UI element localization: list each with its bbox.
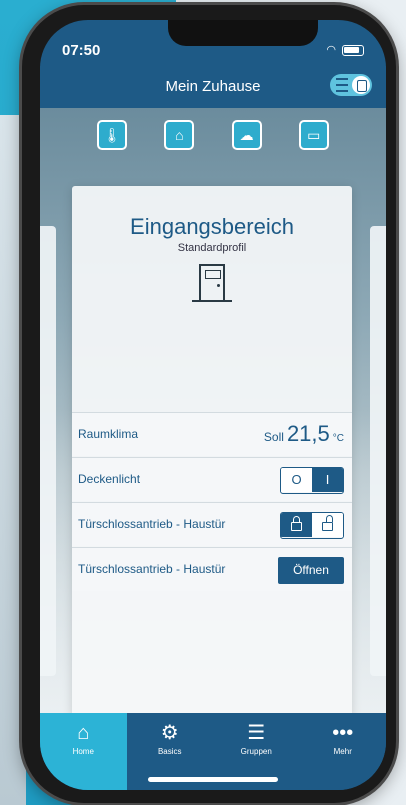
light-on-button[interactable]: I [312,468,343,492]
gear-icon: ⚙ [160,722,179,744]
category-bar: 🌡 ⌂ ☁ ▭ [40,120,386,160]
wifi-icon: ◠ [326,44,336,56]
list-item-door-open: Türschlossantrieb - Haustür Öffnen [72,547,352,591]
row-label: Raumklima [78,427,139,441]
thermometer-icon: 🌡 [103,127,122,143]
view-toggle[interactable] [330,74,372,96]
tab-more[interactable]: ••• Mehr [300,713,387,790]
door-icon [199,264,225,300]
next-room-card[interactable] [370,226,386,676]
category-weather[interactable]: ☁ [231,120,262,150]
list-view-icon [336,78,348,92]
light-switch: O I [280,467,344,494]
target-temperature: Soll 21,5 °C [264,421,344,447]
row-label: Türschlossantrieb - Haustür [78,562,226,576]
home-indicator[interactable] [148,777,278,782]
tab-label: Mehr [333,747,352,756]
category-house[interactable]: ⌂ [164,120,195,150]
list-item-door-lock: Türschlossantrieb - Haustür [72,502,352,546]
tab-label: Gruppen [240,747,272,756]
window-icon: ▭ [307,127,321,143]
phone-screen: 07:50 ◠ Mein Zuhause 🌡 ⌂ ☁ ▭ Eingangsber [40,20,386,790]
room-profile: Standardprofil [177,242,247,254]
door-base [192,300,232,302]
home-icon: ⌂ [77,722,90,744]
target-value: 21,5 [286,421,330,446]
tab-home[interactable]: ⌂ Home [40,713,127,790]
cloud-icon: ☁ [239,127,254,143]
room-card: Eingangsbereich Standardprofil Raumklima… [72,186,352,716]
category-climate[interactable]: 🌡 [97,120,128,150]
light-off-button[interactable]: O [281,468,312,492]
tab-label: Basics [157,747,182,756]
battery-icon [342,44,364,56]
status-icons: ◠ [326,44,364,56]
lock-closed-icon [291,516,302,531]
target-unit: °C [332,433,344,444]
list-item-room-climate[interactable]: Raumklima Soll 21,5 °C [72,412,352,456]
list-item-ceiling-light: Deckenlicht O I [72,457,352,501]
status-time: 07:50 [62,42,101,59]
category-window[interactable]: ▭ [298,120,329,150]
open-door-button[interactable]: Öffnen [278,557,344,584]
previous-room-card[interactable] [40,226,56,676]
row-label: Deckenlicht [78,472,141,486]
card-view-icon [352,76,370,94]
lock-switch [280,512,344,539]
app-header: Mein Zuhause [40,66,386,108]
notch [168,20,318,46]
tab-label: Home [72,747,94,756]
target-label: Soll [263,430,284,444]
more-icon: ••• [332,722,354,744]
room-title: Eingangsbereich [130,214,294,239]
groups-icon: ☰ [247,722,266,744]
row-label: Türschlossantrieb - Haustür [78,517,226,531]
house-info-icon: ⌂ [175,127,184,143]
unlock-button[interactable] [312,513,343,537]
lock-open-icon [322,515,333,531]
lock-button[interactable] [281,513,312,537]
